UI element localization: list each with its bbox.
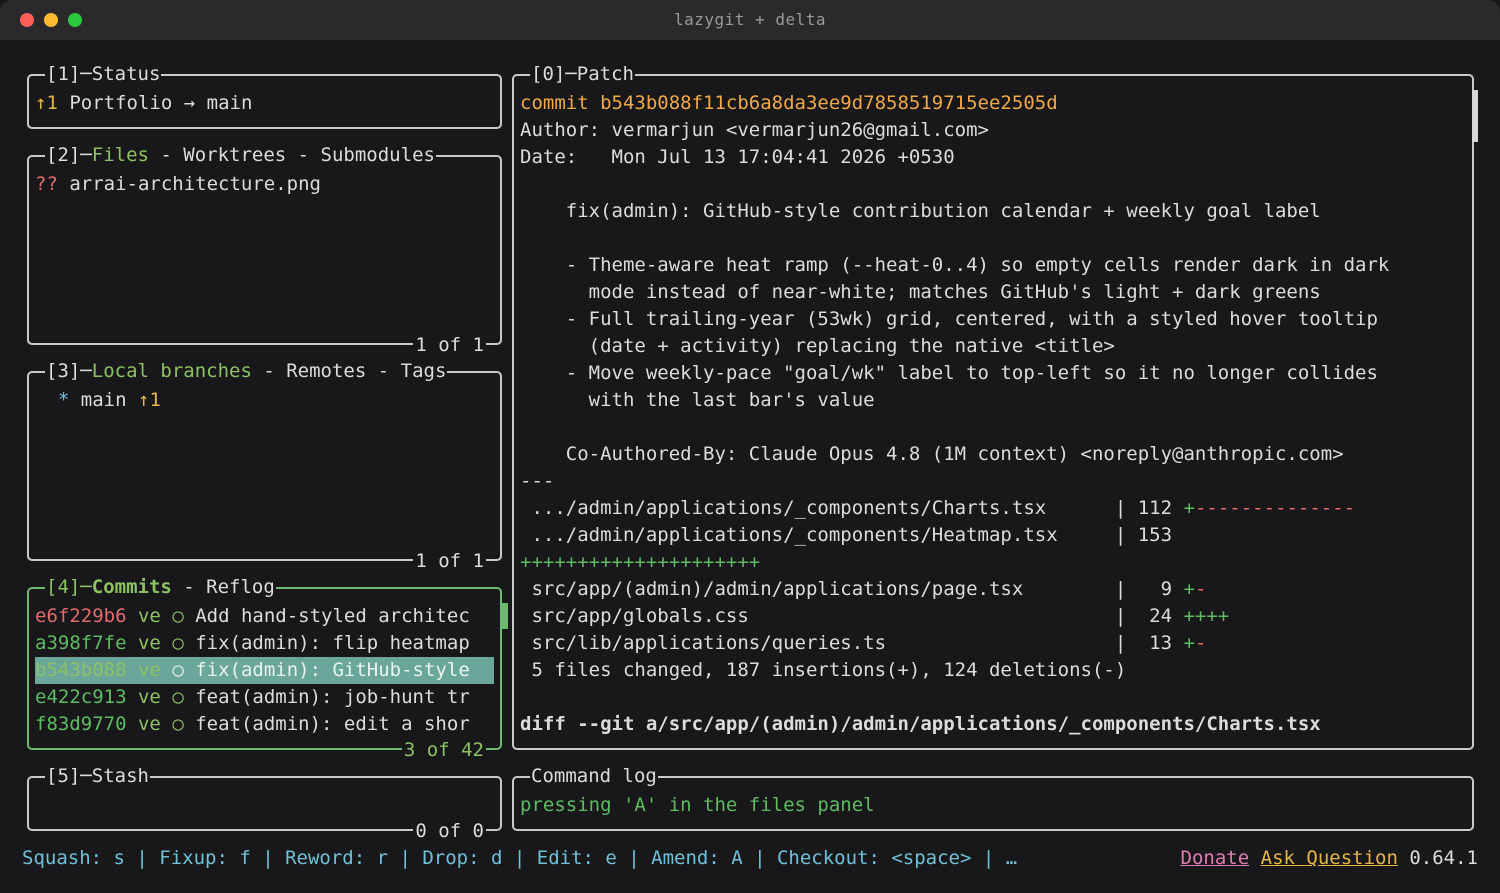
commit-node-icon: ○: [172, 713, 184, 735]
commit-message: feat(admin): job-hunt tr: [195, 686, 470, 708]
diff-header: diff --git a/src/app/(admin)/admin/appli…: [520, 713, 1321, 735]
file-status: ??: [35, 173, 58, 195]
commits-panel[interactable]: [4]─Commits - Reflog e6f229b6 ve ○ Add h…: [27, 576, 508, 761]
patch-panel-title: [0]─Patch: [530, 63, 635, 85]
branch-ahead: ↑1: [138, 389, 161, 411]
branches-panel[interactable]: [3]─Local branches - Remotes - Tags * ma…: [27, 360, 502, 572]
commit-hash: e6f229b6: [35, 605, 127, 627]
commit-node-icon: ○: [172, 632, 184, 654]
branches-footer: 1 of 1: [413, 550, 486, 572]
commit-hash: a398f7fe: [35, 632, 127, 654]
diffstat-row: src/app/(admin)/admin/applications/page.…: [520, 578, 1207, 600]
commit-message: fix(admin): flip heatmap: [195, 632, 470, 654]
command-log-message: pressing 'A' in the files panel: [520, 794, 875, 816]
footer-links: Donate Ask Question 0.64.1: [1181, 845, 1478, 872]
tab-commits[interactable]: Commits: [92, 576, 172, 598]
commit-row[interactable]: a398f7fe ve ○ fix(admin): flip heatmap: [35, 630, 494, 657]
commit-body-line: - Move weekly-pace "goal/wk" label to to…: [520, 362, 1378, 384]
status-panel-title: [1]─Status: [45, 63, 162, 85]
commit-hash-line: commit b543b088f11cb6a8da3ee9d7858519715…: [520, 92, 1058, 114]
branch-item[interactable]: * main ↑1: [35, 387, 494, 414]
file-name: arrai-architecture.png: [69, 173, 322, 195]
status-line[interactable]: ↑1 Portfolio → main: [35, 90, 494, 117]
commit-body-line: with the last bar's value: [520, 389, 875, 411]
head-marker: *: [57, 389, 70, 411]
repo-name: Portfolio: [69, 92, 173, 114]
commit-node-icon: ○: [172, 659, 184, 681]
command-log-title: Command log: [530, 765, 658, 787]
commits-scrollbar[interactable]: [502, 603, 508, 629]
commit-row-selected[interactable]: b543b088 ve ○ fix(admin): GitHub-style: [35, 657, 494, 684]
commit-message: fix(admin): GitHub-style: [195, 659, 470, 681]
tab-remotes-tags[interactable]: - Remotes - Tags: [252, 360, 446, 382]
commit-message: feat(admin): edit a shor: [195, 713, 470, 735]
commit-body-line: - Full trailing-year (53wk) grid, center…: [520, 308, 1378, 330]
diffstat-row: .../admin/applications/_components/Heatm…: [520, 524, 1173, 546]
tab-local-branches[interactable]: Local branches: [92, 360, 252, 382]
files-footer: 1 of 1: [413, 334, 486, 356]
commit-subject: fix(admin): GitHub-style contribution ca…: [520, 200, 1321, 222]
commit-body-line: mode instead of near-white; matches GitH…: [520, 281, 1321, 303]
commit-hash: b543b088: [35, 659, 127, 681]
current-branch: main: [206, 92, 253, 114]
tab-files[interactable]: Files: [92, 144, 149, 166]
commit-message: Add hand-styled architec: [195, 605, 470, 627]
command-log-panel[interactable]: Command log pressing 'A' in the files pa…: [512, 765, 1474, 831]
status-panel[interactable]: [1]─Status ↑1 Portfolio → main: [27, 63, 502, 129]
commit-hash: e422c913: [35, 686, 127, 708]
diffstat-row: src/app/globals.css | 24 ++++: [520, 605, 1230, 627]
patch-scrollbar[interactable]: [1472, 90, 1478, 142]
commit-row[interactable]: e6f229b6 ve ○ Add hand-styled architec: [35, 603, 494, 630]
commit-body-line: (date + activity) replacing the native <…: [520, 335, 1115, 357]
separator-line: ---: [520, 470, 555, 492]
author-line: Author: vermarjun <vermarjun26@gmail.com…: [520, 119, 989, 141]
diffstat-row: src/lib/applications/queries.ts | 13 +-: [520, 632, 1207, 654]
commit-body-line: - Theme-aware heat ramp (--heat-0..4) so…: [520, 254, 1390, 276]
tab-worktrees-submodules[interactable]: - Worktrees - Submodules: [149, 144, 435, 166]
ask-question-link[interactable]: Ask Question: [1261, 847, 1398, 869]
commit-node-icon: ○: [172, 605, 184, 627]
file-item[interactable]: ?? arrai-architecture.png: [35, 171, 494, 198]
branch-name: main: [80, 389, 127, 411]
keybinding-hints: Squash: s | Fixup: f | Reword: r | Drop:…: [22, 847, 1018, 869]
stash-panel[interactable]: [5]─Stash 0 of 0: [27, 765, 502, 842]
diffstat-summary: 5 files changed, 187 insertions(+), 124 …: [520, 659, 1127, 681]
commit-row[interactable]: e422c913 ve ○ feat(admin): job-hunt tr: [35, 684, 494, 711]
version-label: 0.64.1: [1409, 847, 1478, 869]
window-title: lazygit + delta: [674, 10, 826, 29]
stash-panel-title: [5]─Stash: [45, 765, 150, 787]
patch-panel[interactable]: [0]─Patch commit b543b088f11cb6a8da3ee9d…: [512, 63, 1478, 750]
branches-panel-title: [3]─Local branches - Remotes - Tags: [45, 360, 448, 382]
commits-footer: 3 of 42: [401, 739, 486, 761]
tab-reflog[interactable]: - Reflog: [172, 576, 275, 598]
co-author-line: Co-Authored-By: Claude Opus 4.8 (1M cont…: [520, 443, 1344, 465]
commit-hash: f83d9770: [35, 713, 127, 735]
commits-panel-title: [4]─Commits - Reflog: [45, 576, 276, 598]
donate-link[interactable]: Donate: [1181, 847, 1250, 869]
date-line: Date: Mon Jul 13 17:04:41 2026 +0530: [520, 146, 955, 168]
files-panel-title: [2]─Files - Worktrees - Submodules: [45, 144, 436, 166]
diffstat-row: .../admin/applications/_components/Chart…: [520, 497, 1356, 519]
stash-footer: 0 of 0: [413, 820, 486, 842]
title-bar: lazygit + delta: [0, 0, 1500, 40]
commit-node-icon: ○: [172, 686, 184, 708]
ahead-count: ↑1: [35, 92, 58, 114]
diffstat-wrap: +++++++++++++++++++++: [520, 551, 761, 573]
commit-row[interactable]: f83d9770 ve ○ feat(admin): edit a shor: [35, 711, 494, 738]
arrow-icon: →: [183, 92, 196, 114]
terminal-window: lazygit + delta [1]─Status ↑1 Portfolio …: [0, 0, 1500, 893]
files-panel[interactable]: [2]─Files - Worktrees - Submodules ?? ar…: [27, 144, 502, 356]
